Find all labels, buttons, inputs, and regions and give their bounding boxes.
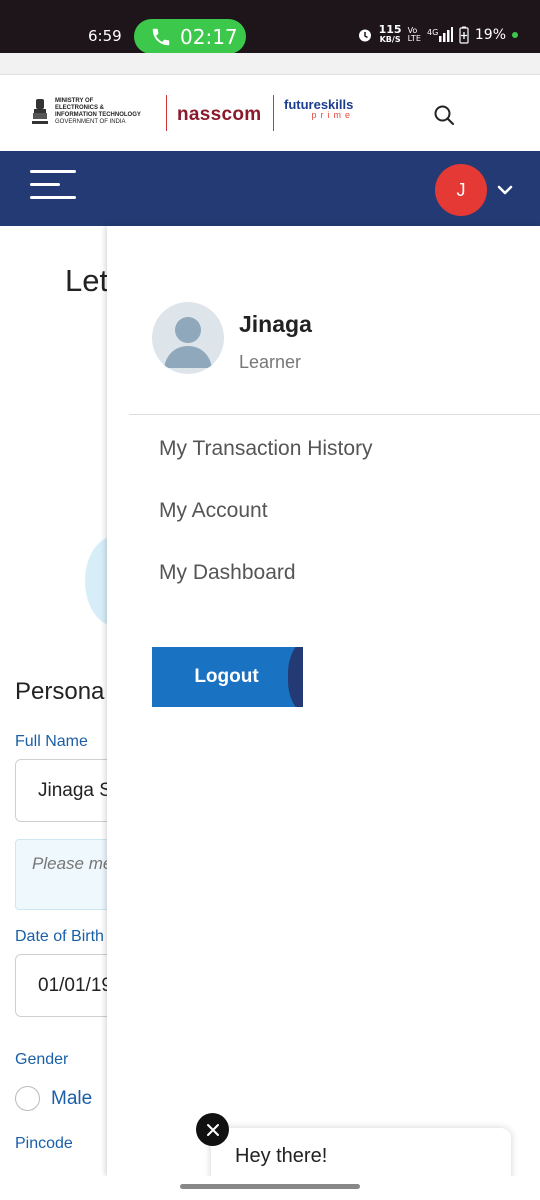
futureskills-prime-logo[interactable]: futureskills prime: [284, 97, 354, 120]
call-timer: 02:17: [180, 24, 238, 49]
nasscom-logo[interactable]: nasscom: [177, 104, 261, 126]
menu-item-transaction-history[interactable]: My Transaction History: [159, 437, 373, 461]
pincode-label: Pincode: [15, 1135, 73, 1152]
search-icon[interactable]: [432, 103, 456, 127]
national-emblem-icon: [32, 99, 48, 124]
user-name: Jinaga: [239, 311, 312, 337]
signal-icon: 4G: [427, 27, 453, 42]
close-icon: [206, 1123, 219, 1136]
divider: [129, 414, 540, 415]
privacy-dot: [512, 32, 518, 38]
svg-text:4G: 4G: [427, 28, 438, 37]
logo-separator: [166, 95, 167, 131]
logout-button[interactable]: Logout: [152, 647, 303, 707]
dob-label: Date of Birth: [15, 928, 104, 945]
phone-icon: [152, 28, 170, 45]
ministry-text: MINISTRY OF ELECTRONICS & INFORMATION TE…: [55, 98, 141, 125]
browser-strip: [0, 53, 540, 75]
menu-item-my-account[interactable]: My Account: [159, 499, 268, 523]
logo-header: MINISTRY OF ELECTRONICS & INFORMATION TE…: [0, 75, 540, 151]
chat-message: Hey there!: [235, 1145, 328, 1167]
user-avatar-button[interactable]: J: [435, 164, 487, 216]
hamburger-menu-icon[interactable]: [30, 168, 76, 202]
battery-percent: 19%: [474, 27, 506, 43]
ongoing-call-pill[interactable]: 02:17: [134, 19, 246, 54]
chevron-down-icon[interactable]: [496, 181, 514, 199]
user-role: Learner: [239, 352, 302, 372]
menu-item-my-dashboard[interactable]: My Dashboard: [159, 561, 296, 585]
user-menu-drawer: Jinaga Learner My Transaction History My…: [107, 226, 540, 1176]
volte-icon: Vo LTE: [407, 26, 421, 43]
chat-close-button[interactable]: [196, 1113, 229, 1146]
full-name-label: Full Name: [15, 733, 88, 750]
logo-separator: [273, 95, 274, 131]
section-title: Persona: [15, 678, 105, 705]
gesture-bar[interactable]: [180, 1184, 360, 1189]
user-placeholder-icon: [164, 317, 212, 368]
page-heading: Let: [65, 263, 109, 298]
gender-option-label: Male: [51, 1088, 93, 1109]
status-icons: 115 KB/S Vo LTE 4G 19%: [357, 23, 518, 45]
network-speed: 115 KB/S: [378, 23, 402, 44]
status-bar: 6:59 02:17 115 KB/S Vo LTE 4G 19%: [0, 0, 540, 54]
battery-icon: [459, 26, 469, 44]
avatar: [152, 302, 224, 374]
gender-radio-male[interactable]: [15, 1086, 40, 1111]
alarm-icon: [358, 29, 371, 42]
gender-label: Gender: [15, 1051, 69, 1068]
main-navbar: J: [0, 151, 540, 226]
status-time: 6:59: [88, 27, 122, 45]
